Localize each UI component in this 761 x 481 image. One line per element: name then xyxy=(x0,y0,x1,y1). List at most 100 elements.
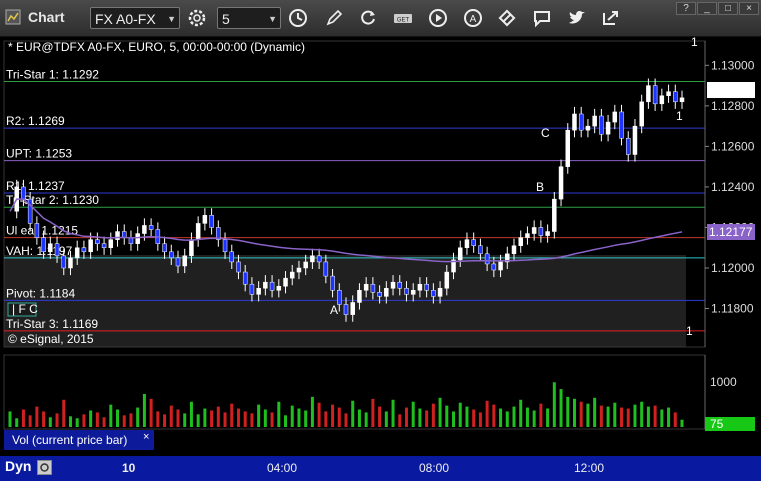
volume-bar xyxy=(579,401,583,427)
volume-bar xyxy=(129,413,133,427)
help-button[interactable]: ? xyxy=(676,2,696,15)
twitter-icon[interactable] xyxy=(567,8,587,28)
get-data-icon[interactable]: GET xyxy=(393,8,413,28)
volume-bar xyxy=(149,398,153,427)
minimize-button[interactable]: _ xyxy=(697,2,717,15)
settings-icon[interactable] xyxy=(37,460,52,475)
candle-body xyxy=(34,223,40,238)
chart-header: * EUR@TDFX A0-FX, EURO, 5, 00:00-00:00 (… xyxy=(8,40,305,54)
candle-body xyxy=(74,247,80,259)
volume-bar xyxy=(566,396,570,427)
close-study-icon[interactable]: × xyxy=(143,431,149,443)
candle-body xyxy=(54,243,60,257)
vwap-price: 1.12177 xyxy=(709,225,753,239)
volume-bar xyxy=(277,401,281,427)
candle-body xyxy=(68,257,73,269)
candle-body xyxy=(283,277,288,287)
candle-body xyxy=(659,95,665,105)
volume-bar xyxy=(337,407,341,427)
candle-body xyxy=(679,97,685,103)
maximize-button[interactable]: □ xyxy=(718,2,738,15)
candle-body xyxy=(370,283,376,293)
volume-axis-label: 1000 xyxy=(710,375,737,389)
candle-body xyxy=(182,255,187,267)
volume-bar xyxy=(75,418,79,427)
price-axis-label: 1.13000 xyxy=(711,58,755,72)
candle-body xyxy=(242,271,248,285)
volume-bar xyxy=(425,410,429,427)
share-icon[interactable] xyxy=(601,8,621,28)
level-label: Tri-Star 2: 1.1230 xyxy=(6,193,99,207)
title-bar: Chart FX A0-FX ▼ 5 ▼ GET A ? _ □ × xyxy=(0,0,761,37)
candle-body xyxy=(498,261,503,271)
candle-body xyxy=(263,281,268,289)
candle-body xyxy=(464,239,470,248)
volume-bar xyxy=(620,407,624,427)
candle-body xyxy=(511,245,517,255)
candle-body xyxy=(27,198,33,224)
link-icon[interactable] xyxy=(497,8,517,28)
candle-body xyxy=(525,233,530,238)
volume-bar xyxy=(243,411,247,427)
volume-bar xyxy=(223,412,227,427)
volume-bar xyxy=(633,404,637,427)
volume-bar xyxy=(532,410,536,427)
volume-bar xyxy=(142,393,146,427)
volume-bar xyxy=(452,411,456,427)
candle-body xyxy=(632,125,638,155)
chat-icon[interactable] xyxy=(532,8,552,28)
candle-body xyxy=(195,223,201,240)
volume-bar xyxy=(418,408,422,427)
candle-body xyxy=(572,113,577,131)
time-label-10: 10 xyxy=(122,461,136,475)
volume-bar xyxy=(176,409,180,427)
volume-bar xyxy=(458,402,462,427)
candle-body xyxy=(478,245,483,255)
volume-bar xyxy=(505,411,509,427)
volume-bar xyxy=(68,416,72,427)
volume-bar xyxy=(89,410,93,427)
candle-body xyxy=(256,288,261,295)
current-price: 1.12847 xyxy=(709,83,753,97)
chart-app-icon xyxy=(5,9,21,25)
volume-bar xyxy=(317,402,321,427)
candle-body xyxy=(343,304,349,315)
volume-bar xyxy=(169,405,173,427)
volume-bar xyxy=(559,389,563,427)
play-icon[interactable] xyxy=(428,8,448,28)
price-axis-label: 1.11800 xyxy=(711,302,754,316)
candle-body xyxy=(222,239,228,253)
volume-bar xyxy=(599,405,603,427)
volume-bar xyxy=(290,405,294,427)
alert-icon[interactable]: A xyxy=(463,8,483,28)
close-button[interactable]: × xyxy=(739,2,759,15)
candle-body xyxy=(162,243,167,253)
volume-bar xyxy=(411,401,415,427)
chevron-down-icon: ▼ xyxy=(167,14,176,24)
volume-bar xyxy=(55,413,59,427)
volume-bar xyxy=(42,411,46,427)
candle-body xyxy=(296,267,302,273)
interval-select[interactable]: 5 ▼ xyxy=(217,7,281,29)
volume-bar xyxy=(196,414,200,427)
volume-bar xyxy=(519,399,523,427)
dynamic-mode-button[interactable]: Dyn xyxy=(5,458,31,474)
candle-body xyxy=(236,261,241,273)
price-chart[interactable]: Tri-Star 1: 1.1292R2: 1.1269UPT: 1.1253R… xyxy=(0,37,761,481)
clock-icon[interactable] xyxy=(288,8,308,28)
volume-study-label[interactable]: Vol (current price bar) xyxy=(4,430,154,450)
volume-bar xyxy=(304,410,308,427)
volume-bar xyxy=(499,408,503,427)
candle-body xyxy=(484,253,490,265)
volume-bar xyxy=(472,409,476,427)
candle-body xyxy=(639,101,644,127)
settings-gear-icon[interactable] xyxy=(187,8,207,28)
pencil-icon[interactable] xyxy=(324,8,344,28)
refresh-icon[interactable] xyxy=(358,8,378,28)
candle-body xyxy=(592,115,597,127)
symbol-select[interactable]: FX A0-FX ▼ xyxy=(90,7,180,29)
volume-bar xyxy=(35,406,39,427)
volume-bar xyxy=(546,408,550,427)
candle-body xyxy=(121,231,127,238)
candle-body xyxy=(404,288,409,295)
